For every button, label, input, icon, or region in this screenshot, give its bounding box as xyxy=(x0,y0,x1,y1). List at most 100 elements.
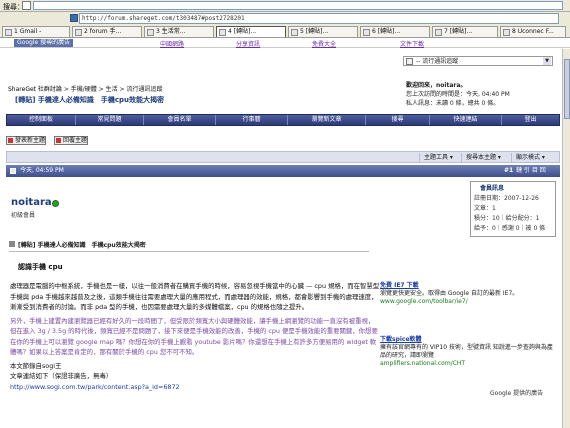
author-rank: 初級會員 xyxy=(11,212,36,219)
search-input[interactable] xyxy=(33,1,563,10)
member-info-box: 會員訊息 註冊日期：2007-12-26 文章：1 積分：10｜給分配分：1 給… xyxy=(470,181,556,237)
tab-2[interactable]: 2 forum 手... xyxy=(72,26,142,37)
search-label: 搜尋： xyxy=(3,3,24,11)
ad-title[interactable]: 免費 IE7 下載 xyxy=(380,282,558,290)
browser-search-bar: 搜尋： xyxy=(0,0,570,12)
tab-favicon-icon xyxy=(219,29,226,36)
welcome-text: 歡迎回來，noitara。 xyxy=(406,82,467,89)
reply-label: 回覆主題 xyxy=(63,137,88,144)
forum-jump-value: -- 流行通訊追蹤 xyxy=(416,58,459,65)
gifts: 給予：0｜感謝 0｜被 0 條 xyxy=(474,225,546,232)
url-field[interactable]: http://forum.shareget.com/t303487#post27… xyxy=(79,13,559,24)
member-info-title: 會員訊息 xyxy=(480,185,505,192)
display-mode-menu[interactable]: 顯示模式 ▾ xyxy=(511,153,549,162)
post-subtitle: 認識手機 cpu xyxy=(18,263,63,271)
post-title: [轉貼] 手機達人必備知識 手機cpu效能大揭密 xyxy=(18,242,146,249)
nav-item-faq[interactable]: 常見問題 xyxy=(75,115,143,125)
main-navbar: 控制面板 常見問題 會員名單 行事曆 瀏覽新文章 搜尋 快速連結 登出 xyxy=(6,114,560,126)
private-messages-link[interactable]: 私人訊息：未讀 0 條，總共 0 條。 xyxy=(406,99,556,108)
scrollbar-thumb[interactable] xyxy=(564,59,570,119)
divider xyxy=(9,251,369,252)
search-engine-icon[interactable] xyxy=(22,1,31,10)
tab-3[interactable]: 3 生活常... xyxy=(144,26,214,37)
post-paragraph: 另外，手機上建置內建瀏覽器已經有好久的一段時間了，但受限於頻寬大小與硬體效能，讓… xyxy=(10,316,378,357)
tab-label: 6 [轉貼]... xyxy=(372,28,401,35)
google-link[interactable]: 中國網路 xyxy=(160,39,184,48)
nav-item-search[interactable]: 搜尋 xyxy=(365,115,429,125)
nav-item-members[interactable]: 會員名單 xyxy=(143,115,215,125)
article-link[interactable]: http://www.sogi.com.tw/park/content.asp?… xyxy=(10,382,380,393)
tab-favicon-icon xyxy=(147,29,154,36)
post-meta-links[interactable]: 鏈 引 目 回 xyxy=(516,165,546,177)
user-panel: 歡迎回來，noitara。 您上次訪問的時間是：今天, 04:40 PM 私人訊… xyxy=(406,81,556,108)
tab-label: 2 forum 手... xyxy=(84,28,122,35)
reply-icon xyxy=(56,138,61,143)
thread-tools-menu[interactable]: 主題工具 ▾ xyxy=(419,153,457,162)
ad-title[interactable]: 下載spice軟體 xyxy=(380,336,558,344)
source-label: 本文節錄自sogi王 xyxy=(10,361,62,370)
thread-icon xyxy=(9,241,15,247)
tab-8[interactable]: 8 Uconnec F... xyxy=(500,26,566,37)
post-paragraph: 處理器是電腦的中樞系統，手機也是一樣，以往一般消費者在購買手機的時候，容易忽視手… xyxy=(10,282,380,311)
post-date: 今天, 04:59 PM xyxy=(20,167,64,174)
breadcrumb-site[interactable]: ShareGet 社群討論 xyxy=(8,86,62,93)
tab-label: 5 [轉貼]... xyxy=(300,28,329,35)
breadcrumb: ShareGet 社群討論 > 手機/硬體 > 生活 > 流行通訊追蹤 xyxy=(8,84,163,93)
online-status-icon xyxy=(52,200,59,207)
chevron-down-icon: ▼ xyxy=(543,57,551,65)
ad-url[interactable]: www.google.com/toolbar/ie7/ xyxy=(380,298,558,306)
tab-favicon-icon xyxy=(503,29,510,36)
tab-favicon-icon xyxy=(435,29,442,36)
tab-1[interactable]: 1 Gmail - xyxy=(2,26,70,37)
ad-url[interactable]: amplifiers.national.com/CHT xyxy=(380,360,558,368)
nav-item-logout[interactable]: 登出 xyxy=(501,115,559,125)
display-mode-label: 顯示模式 xyxy=(516,154,541,161)
tab-label: 1 Gmail - xyxy=(14,28,42,35)
reply-button[interactable]: 回覆主題 xyxy=(54,136,89,145)
tab-favicon-icon xyxy=(291,29,298,36)
post-body: 處理器是電腦的中樞系統，手機也是一樣，以往一般消費者在購買手機的時候，容易忽視手… xyxy=(10,281,380,392)
google-link[interactable]: 文件下載 xyxy=(400,39,424,48)
breadcrumb-current[interactable]: 流行通訊追蹤 xyxy=(126,86,162,93)
tab-label: 4 [轉貼]... xyxy=(228,28,257,35)
nav-item-calendar[interactable]: 行事曆 xyxy=(215,115,287,125)
thread-tag: [轉貼] xyxy=(15,96,36,104)
tab-bar: 1 Gmail - 2 forum 手... 3 生活常... 4 [轉貼]..… xyxy=(0,25,570,38)
ad-desc: 瀏覽更快更安全。取得由 Google 自訂的最新 IE7。 xyxy=(380,290,519,297)
search-thread-menu[interactable]: 搜尋本主題 ▾ xyxy=(461,153,505,162)
tab-label: 3 生活常... xyxy=(156,28,186,35)
google-link[interactable]: 分享資訊 xyxy=(236,39,260,48)
post-author[interactable]: noitara xyxy=(11,197,52,208)
google-link-bar: Google 搜尋的廣告 中國網路 分享資訊 免費大全 文件下載 xyxy=(0,38,570,48)
thread-toolbar: 主題工具 ▾ 搜尋本主題 ▾ 顯示模式 ▾ xyxy=(6,151,560,163)
address-bar: http://forum.shareget.com/t303487#post27… xyxy=(0,12,570,25)
google-link[interactable]: 免費大全 xyxy=(312,39,336,48)
page-favicon-icon xyxy=(70,14,78,22)
post-number[interactable]: #1 xyxy=(504,165,513,177)
nav-item-new-posts[interactable]: 瀏覽新文章 xyxy=(287,115,365,125)
tab-favicon-icon xyxy=(5,29,12,36)
thread-title: 手機達人必備知識 手機cpu效能大揭密 xyxy=(37,96,164,104)
ad-item[interactable]: 免費 IE7 下載 瀏覽更快更安全。取得由 Google 自訂的最新 IE7。 … xyxy=(380,282,558,306)
page-title: [轉貼] 手機達人必備知識 手機cpu效能大揭密 xyxy=(15,95,164,105)
forum-jump-select[interactable]: -- 流行通訊追蹤 ▼ xyxy=(403,56,553,66)
vertical-scrollbar[interactable] xyxy=(562,49,570,428)
tab-5[interactable]: 5 [轉貼]... xyxy=(288,26,358,37)
link-label: 文章連結如下（保證非廣告，無毒） xyxy=(10,372,113,380)
google-ads-label[interactable]: Google 提供的廣告 xyxy=(490,388,543,397)
tab-4[interactable]: 4 [轉貼]... xyxy=(216,26,286,37)
tab-label: 7 [轉貼]... xyxy=(444,28,473,35)
tab-favicon-icon xyxy=(75,29,82,36)
tab-6[interactable]: 6 [轉貼]... xyxy=(360,26,430,37)
tab-label: 8 Uconnec F... xyxy=(512,28,554,35)
nav-item-quick-links[interactable]: 快速連結 xyxy=(429,115,501,125)
tab-7[interactable]: 7 [轉貼]... xyxy=(432,26,498,37)
google-ads-logo: Google 搜尋的廣告 xyxy=(14,39,74,47)
points: 積分：10｜給分配分：1 xyxy=(474,215,540,222)
breadcrumb-path[interactable]: > 手機/硬體 > 生活 > xyxy=(62,86,127,93)
search-thread-label: 搜尋本主題 xyxy=(466,154,497,161)
nav-item-control-panel[interactable]: 控制面板 xyxy=(7,115,75,125)
new-thread-icon xyxy=(8,138,13,143)
ad-item[interactable]: 下載spice軟體 擁有該官網專有的 VIP10 技術，型號資訊 知說進一步查詢… xyxy=(380,336,558,368)
new-thread-button[interactable]: 發表新主題 xyxy=(6,136,47,145)
